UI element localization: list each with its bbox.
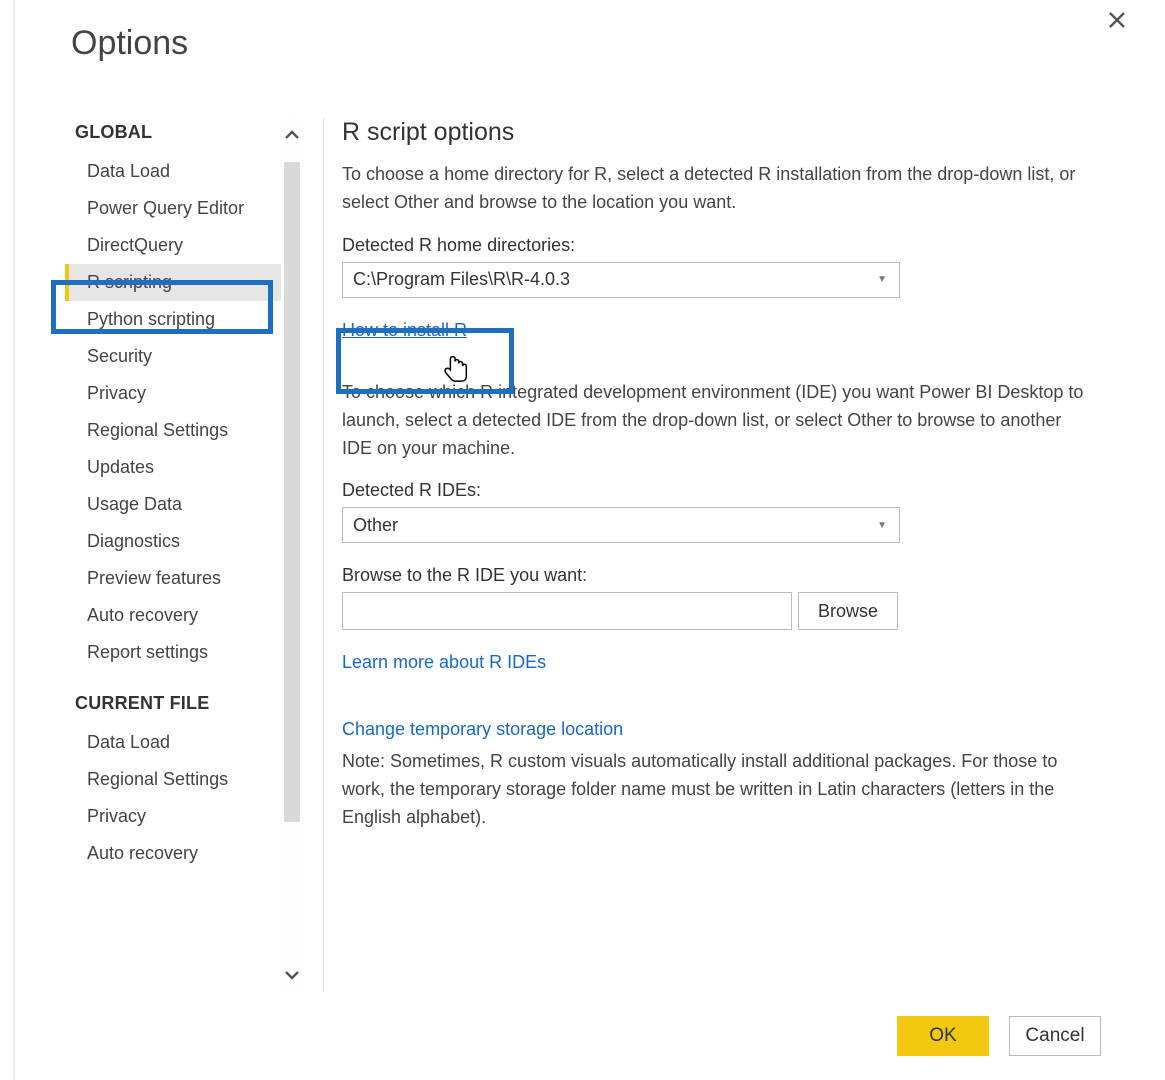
sidebar-item-power-query-editor[interactable]: Power Query Editor [65, 190, 281, 227]
cancel-button[interactable]: Cancel [1009, 1016, 1101, 1056]
sidebar-item-auto-recovery[interactable]: Auto recovery [65, 597, 281, 634]
sidebar-item-python-scripting[interactable]: Python scripting [65, 301, 281, 338]
browse-ide-input[interactable] [342, 592, 792, 630]
sidebar-item-report-settings[interactable]: Report settings [65, 634, 281, 671]
how-to-install-r-link[interactable]: How to install R [342, 320, 467, 340]
sidebar-item-directquery[interactable]: DirectQuery [65, 227, 281, 264]
sidebar-item-current-data-load[interactable]: Data Load [65, 724, 281, 761]
sidebar-item-usage-data[interactable]: Usage Data [65, 486, 281, 523]
sidebar-item-current-regional-settings[interactable]: Regional Settings [65, 761, 281, 798]
sidebar-item-regional-settings[interactable]: Regional Settings [65, 412, 281, 449]
sidebar-item-r-scripting[interactable]: R scripting [65, 264, 281, 301]
options-dialog: Options GLOBAL Data Load Power Query Edi… [14, 0, 1165, 1080]
ok-button[interactable]: OK [897, 1016, 989, 1056]
panel-heading: R script options [342, 118, 1095, 147]
change-temp-storage-link[interactable]: Change temporary storage location [342, 719, 623, 739]
detected-ide-label: Detected R IDEs: [342, 480, 1095, 501]
browse-button[interactable]: Browse [798, 592, 898, 630]
browse-ide-label: Browse to the R IDE you want: [342, 565, 1095, 586]
temp-storage-note: Note: Sometimes, R custom visuals automa… [342, 748, 1095, 832]
sidebar-section-global: GLOBAL [65, 118, 281, 153]
ide-intro-text: To choose which R integrated development… [342, 379, 1095, 463]
sidebar-item-updates[interactable]: Updates [65, 449, 281, 486]
sidebar-item-data-load[interactable]: Data Load [65, 153, 281, 190]
detected-ide-select[interactable]: Other ▼ [342, 507, 900, 543]
sidebar-item-privacy[interactable]: Privacy [65, 375, 281, 412]
chevron-down-icon: ▼ [877, 274, 887, 285]
learn-more-ides-link[interactable]: Learn more about R IDEs [342, 652, 546, 672]
sidebar-item-security[interactable]: Security [65, 338, 281, 375]
sidebar-item-current-auto-recovery[interactable]: Auto recovery [65, 835, 281, 872]
intro-text: To choose a home directory for R, select… [342, 161, 1095, 217]
sidebar-item-current-privacy[interactable]: Privacy [65, 798, 281, 835]
detected-home-label: Detected R home directories: [342, 235, 1095, 256]
sidebar-scrollbar[interactable] [281, 118, 303, 992]
scroll-thumb[interactable] [284, 162, 300, 822]
vertical-divider [323, 118, 324, 992]
close-icon [1108, 11, 1126, 29]
sidebar-item-diagnostics[interactable]: Diagnostics [65, 523, 281, 560]
detected-home-select[interactable]: C:\Program Files\R\R-4.0.3 ▼ [342, 262, 900, 298]
scroll-down-icon[interactable] [281, 964, 303, 986]
sidebar-section-current-file: CURRENT FILE [65, 689, 281, 724]
detected-home-value: C:\Program Files\R\R-4.0.3 [353, 269, 570, 290]
options-sidebar: GLOBAL Data Load Power Query Editor Dire… [65, 118, 281, 992]
chevron-down-icon: ▼ [877, 520, 887, 531]
detected-ide-value: Other [353, 515, 398, 536]
close-button[interactable] [1105, 8, 1129, 32]
options-main-panel: R script options To choose a home direct… [342, 118, 1135, 992]
dialog-footer: OK Cancel [897, 1016, 1101, 1056]
dialog-title: Options [71, 24, 188, 63]
scroll-up-icon[interactable] [281, 124, 303, 146]
sidebar-item-preview-features[interactable]: Preview features [65, 560, 281, 597]
